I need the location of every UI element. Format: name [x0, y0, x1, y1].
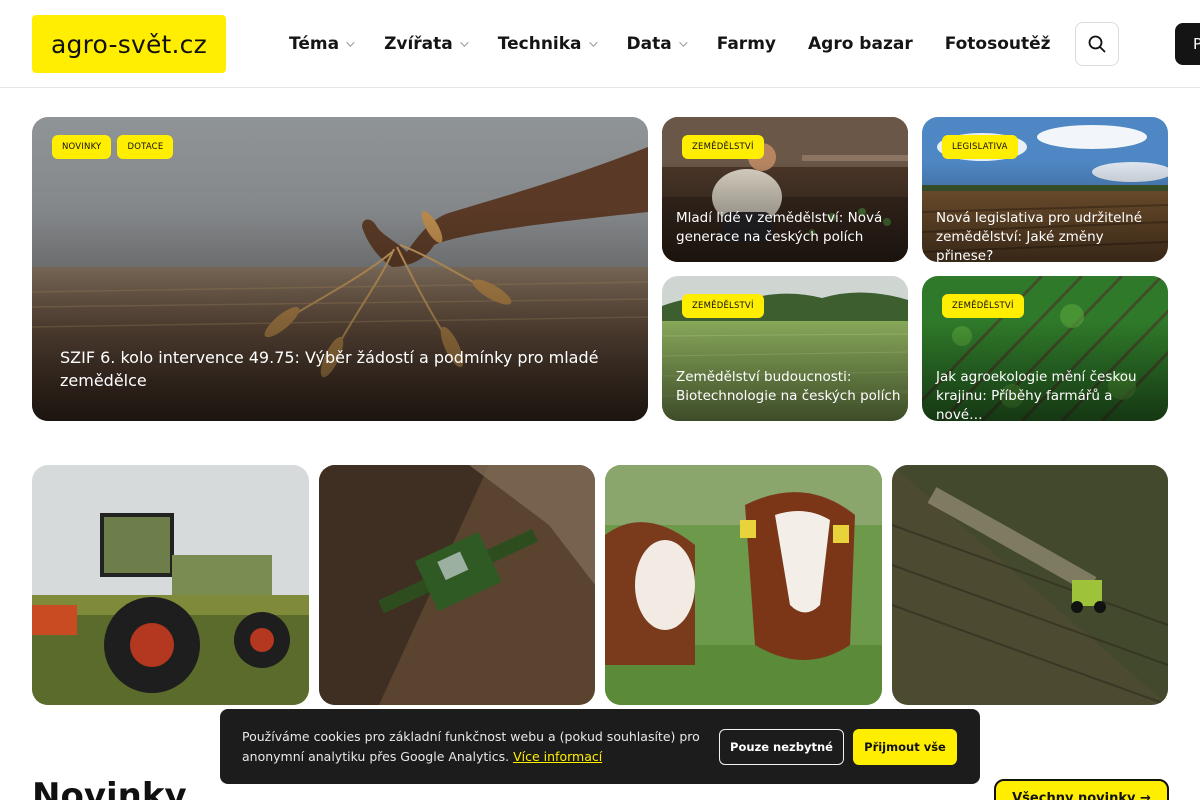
cookie-accept-button[interactable]: Přijmout vše: [853, 729, 957, 765]
cows-photo: [605, 465, 882, 705]
photo-tile-combine[interactable]: [319, 465, 595, 705]
chevron-down-icon: [678, 38, 688, 47]
nav-item-zvirata[interactable]: Zvířata: [384, 34, 469, 54]
tag-badge[interactable]: LEGISLATIVA: [942, 135, 1018, 159]
nav-label: Technika: [497, 34, 582, 54]
article-title[interactable]: Jak agroekologie mění českou krajinu: Př…: [936, 368, 1161, 421]
nav-item-data[interactable]: Data: [626, 34, 688, 54]
tag-badge[interactable]: ZEMĚDĚLSTVÍ: [682, 135, 764, 159]
article-tags: ZEMĚDĚLSTVÍ: [682, 294, 764, 318]
nav-item-technika[interactable]: Technika: [497, 34, 598, 54]
nav-label: Farmy: [716, 34, 776, 54]
nav-label: Data: [626, 34, 672, 54]
cookie-text: Používáme cookies pro základní funkčnost…: [242, 727, 702, 767]
chevron-down-icon: [346, 38, 355, 47]
cta-label: P: [1193, 35, 1200, 53]
search-icon: [1088, 35, 1106, 53]
article-card[interactable]: LEGISLATIVA Nová legislativa pro udržite…: [922, 117, 1168, 262]
nav-label: Téma: [289, 34, 340, 54]
article-card[interactable]: ZEMĚDĚLSTVÍ Jak agroekologie mění českou…: [922, 276, 1168, 421]
chevron-down-icon: [459, 38, 469, 47]
article-card[interactable]: ZEMĚDĚLSTVÍ Zemědělství budoucnosti: Bio…: [662, 276, 908, 421]
chevron-down-icon: [588, 38, 598, 47]
tag-badge[interactable]: NOVINKY: [52, 135, 112, 159]
all-news-button[interactable]: Všechny novinky →: [994, 779, 1169, 800]
photo-tile-cows[interactable]: [605, 465, 882, 705]
tag-badge[interactable]: ZEMĚDĚLSTVÍ: [942, 294, 1024, 318]
cookie-message: Používáme cookies pro základní funkčnost…: [242, 729, 700, 764]
photo-tile-tractor[interactable]: [32, 465, 309, 705]
article-card[interactable]: ZEMĚDĚLSTVÍ Mladí lidé v zemědělství: No…: [662, 117, 908, 262]
combine-harvester-photo: [319, 465, 595, 705]
cookie-more-info-link[interactable]: Více informací: [513, 749, 602, 764]
article-tags: LEGISLATIVA: [942, 135, 1018, 159]
article-tags: ZEMĚDĚLSTVÍ: [682, 135, 764, 159]
search-button[interactable]: [1075, 22, 1119, 66]
header-cta-button[interactable]: P: [1175, 23, 1200, 65]
tag-badge[interactable]: ZEMĚDĚLSTVÍ: [682, 294, 764, 318]
aerial-tractor-photo: [892, 465, 1168, 705]
nav-item-tema[interactable]: Téma: [289, 34, 355, 54]
article-tags: ZEMĚDĚLSTVÍ: [942, 294, 1024, 318]
article-title[interactable]: Mladí lidé v zemědělství: Nová generace …: [676, 209, 901, 247]
cookie-necessary-button[interactable]: Pouze nezbytné: [719, 729, 844, 765]
featured-article-title[interactable]: SZIF 6. kolo intervence 49.75: Výběr žád…: [60, 346, 600, 392]
nav-label: Agro bazar: [808, 34, 913, 54]
article-title[interactable]: Nová legislativa pro udržitelné zeměděls…: [936, 209, 1161, 262]
tractor-photo: [32, 465, 309, 705]
featured-article-card[interactable]: NOVINKY DOTACE SZIF 6. kolo intervence 4…: [32, 117, 648, 421]
photo-tile-field-aerial[interactable]: [892, 465, 1168, 705]
cookie-banner: Používáme cookies pro základní funkčnost…: [220, 709, 980, 784]
nav-item-farmy[interactable]: Farmy: [717, 34, 776, 54]
news-section-heading: Novinky: [32, 776, 187, 800]
nav-item-agro-bazar[interactable]: Agro bazar: [808, 34, 913, 54]
main-nav: Téma Zvířata Technika Data Farmy Agro ba…: [289, 0, 1083, 88]
site-logo[interactable]: agro-svět.cz: [32, 15, 226, 73]
tag-badge[interactable]: DOTACE: [117, 135, 174, 159]
nav-label: Zvířata: [384, 34, 453, 54]
nav-label: Fotosoutěž: [944, 34, 1051, 54]
featured-tags: NOVINKY DOTACE: [52, 135, 174, 159]
article-title[interactable]: Zemědělství budoucnosti: Biotechnologie …: [676, 368, 901, 406]
nav-item-fotosoutez[interactable]: Fotosoutěž: [945, 34, 1051, 54]
site-header: agro-svět.cz Téma Zvířata Technika Data …: [0, 0, 1200, 88]
